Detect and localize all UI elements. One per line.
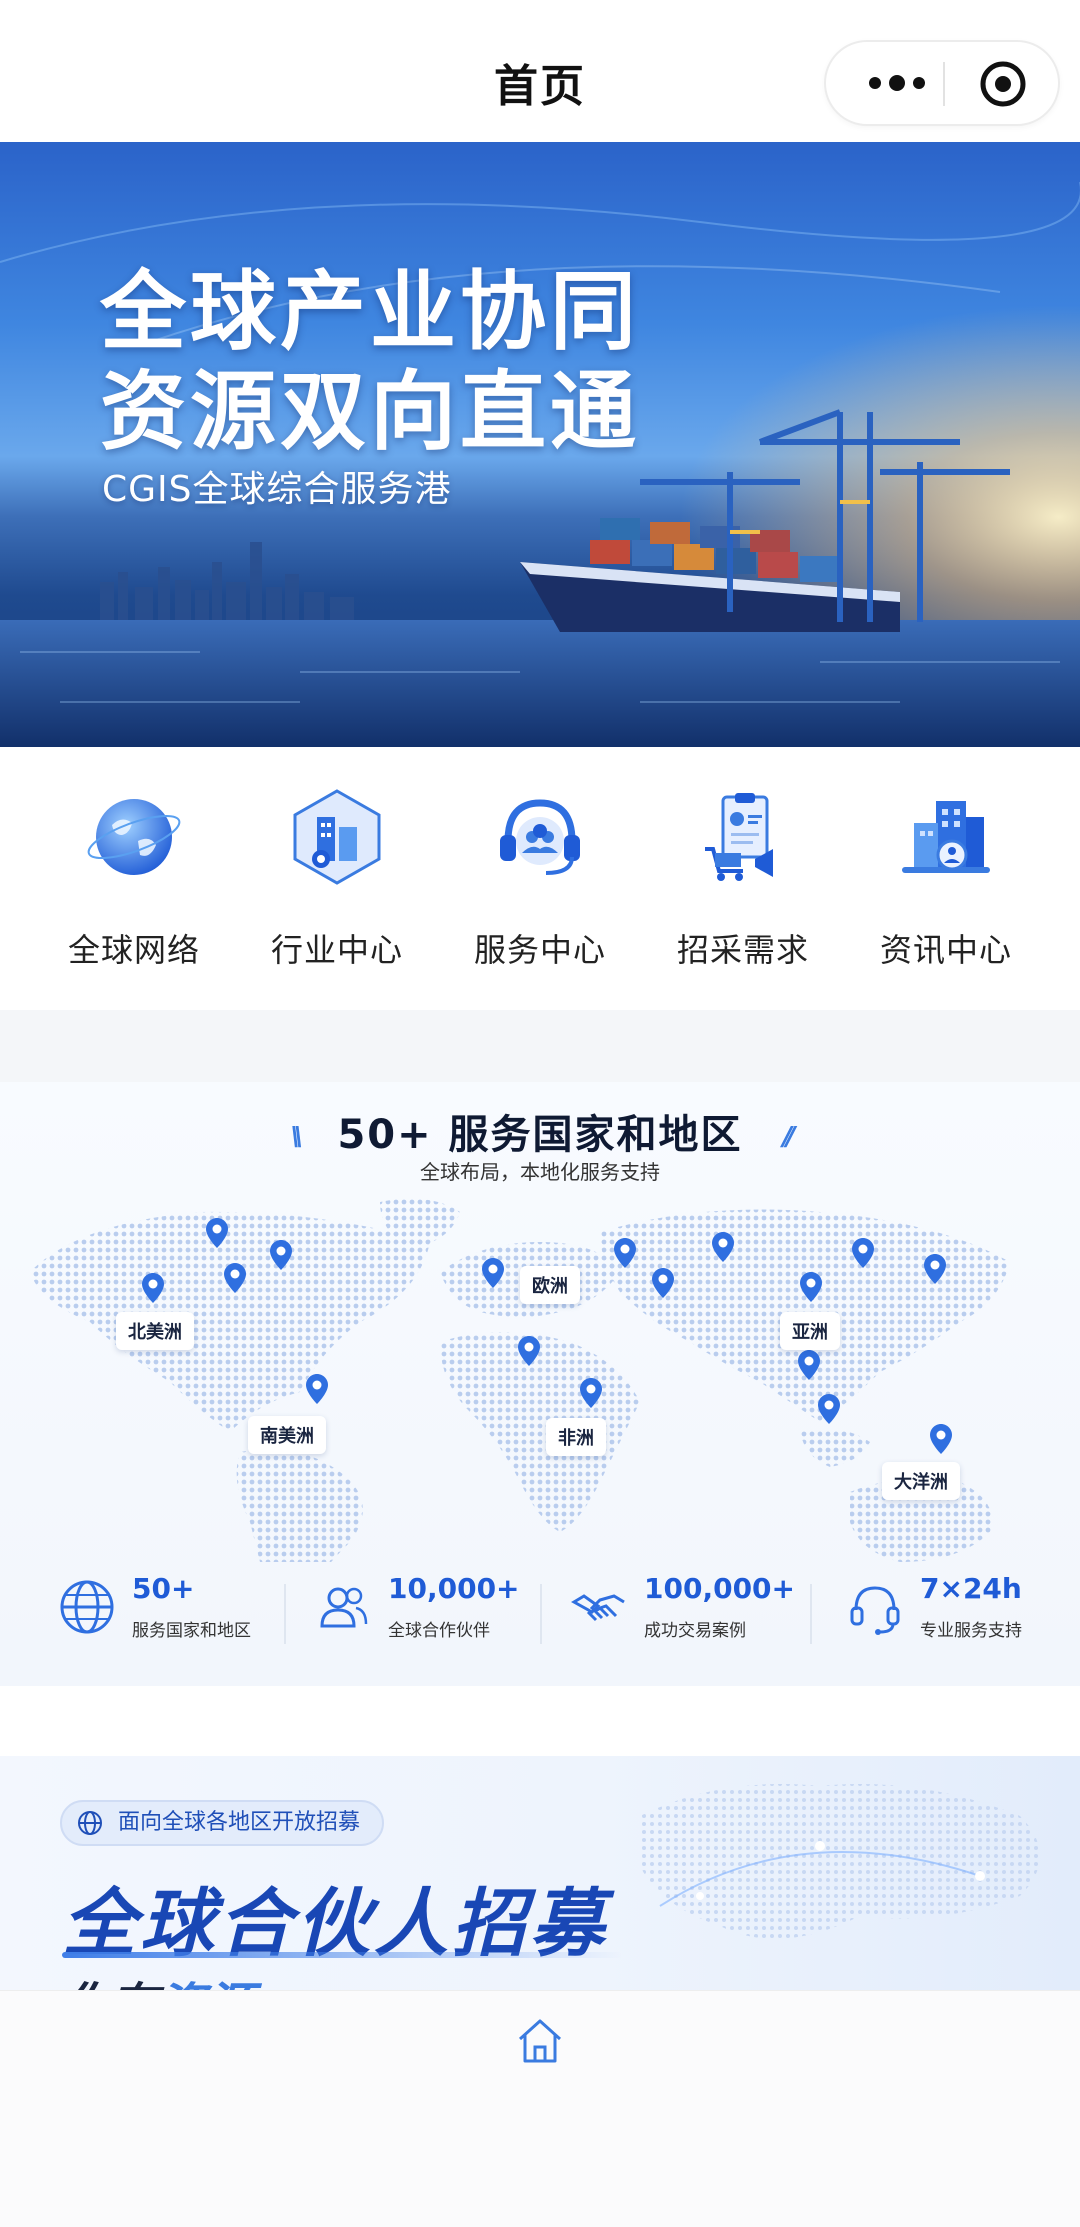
- nav-label: 招采需求: [676, 931, 809, 969]
- location-pin-icon: [614, 1238, 636, 1268]
- location-pin-icon: [818, 1394, 840, 1424]
- industry-building-icon: [293, 789, 381, 885]
- stat-label: 全球合作伙伴: [388, 1621, 490, 1641]
- world-map: [30, 1198, 1010, 1562]
- stat-label: 专业服务支持: [920, 1621, 1022, 1641]
- hero-banner[interactable]: 全球产业协同 资源双向直通 CGIS全球综合服务港: [0, 142, 1080, 747]
- decor-slash-icon: \\: [290, 1122, 303, 1152]
- location-pin-icon: [270, 1240, 292, 1270]
- stat-divider: [540, 1584, 542, 1644]
- recruit-subtitle: 你有资源: [62, 1966, 254, 1990]
- stat-divider: [284, 1584, 286, 1644]
- globe-icon: [60, 1580, 114, 1634]
- coverage-subtitle: 全球布局，本地化服务支持: [420, 1160, 660, 1184]
- nav-label: 行业中心: [270, 931, 403, 969]
- users-icon: [320, 1587, 368, 1628]
- region-tag-africa: 非洲: [546, 1418, 606, 1456]
- news-building-icon: [902, 801, 990, 873]
- coverage-title: \\ 50+ 服务国家和地区//: [290, 1112, 796, 1158]
- recruit-map-decoration: [640, 1784, 1040, 1939]
- location-pin-icon: [798, 1350, 820, 1380]
- stat-label: 成功交易案例: [644, 1621, 746, 1641]
- banner-title: 全球产业协同 资源双向直通: [100, 262, 640, 462]
- more-options-icon[interactable]: [852, 42, 942, 124]
- stat-divider: [810, 1584, 812, 1644]
- nav-item-global-network[interactable]: 全球网络: [34, 787, 234, 971]
- location-pin-icon: [224, 1263, 246, 1293]
- stat-label: 服务国家和地区: [132, 1621, 251, 1641]
- location-pin-icon: [142, 1273, 164, 1303]
- nav-label: 服务中心: [473, 931, 606, 969]
- section-gap: [0, 1686, 1080, 1756]
- nav-label: 全球网络: [67, 931, 200, 969]
- stat-value: 7×24h: [920, 1572, 1022, 1605]
- close-target-icon[interactable]: [978, 59, 1028, 109]
- nav-item-industry-center[interactable]: 行业中心: [237, 787, 437, 971]
- location-pin-icon: [930, 1424, 952, 1454]
- region-tag-asia: 亚洲: [780, 1312, 840, 1350]
- nav-item-procurement[interactable]: 招采需求: [643, 787, 843, 971]
- location-pin-icon: [800, 1272, 822, 1302]
- location-pin-icon: [852, 1238, 874, 1268]
- nav-item-news-center[interactable]: 资讯中心: [846, 787, 1046, 971]
- stat-value: 50+: [132, 1572, 195, 1605]
- location-pin-icon: [518, 1336, 540, 1366]
- decor-slash-icon: //: [782, 1122, 796, 1152]
- stat-value: 100,000+: [644, 1572, 795, 1605]
- home-icon[interactable]: [514, 2015, 566, 2067]
- location-pin-icon: [306, 1374, 328, 1404]
- location-pin-icon: [652, 1268, 674, 1298]
- region-tag-oceania: 大洋洲: [882, 1462, 960, 1500]
- location-pin-icon: [206, 1218, 228, 1248]
- location-pin-icon: [580, 1378, 602, 1408]
- coverage-stats: 50+ 服务国家和地区 10,000+ 全球合作伙伴 100,000+ 成功交易…: [0, 1562, 1080, 1652]
- handshake-icon: [571, 1594, 625, 1622]
- location-pin-icon: [924, 1254, 946, 1284]
- recruit-underline: [62, 1952, 622, 1958]
- location-pin-icon: [482, 1258, 504, 1288]
- bottom-tab-bar: [0, 1990, 1080, 2227]
- region-tag-south-america: 南美洲: [248, 1416, 326, 1454]
- recruit-badge: 面向全球各地区开放招募: [60, 1800, 385, 1846]
- banner-subtitle: CGIS全球综合服务港: [102, 469, 452, 510]
- nav-label: 资讯中心: [879, 931, 1012, 969]
- section-gap: [0, 1010, 1080, 1082]
- globe-icon: [87, 799, 181, 875]
- globe-icon: [78, 1811, 102, 1835]
- quick-nav: 全球网络 行业中心 服务中心 招采需求 资讯中心: [0, 747, 1080, 1010]
- global-coverage-section[interactable]: \\ 50+ 服务国家和地区// 全球布局，本地化服务支持 北美洲 南美洲 欧洲…: [0, 1082, 1080, 1686]
- mini-program-capsule: [824, 40, 1060, 126]
- region-tag-north-america: 北美洲: [116, 1312, 194, 1350]
- headset-icon: [850, 1586, 900, 1635]
- capsule-divider: [943, 62, 945, 106]
- headset-service-icon: [500, 799, 580, 875]
- stat-value: 10,000+: [388, 1572, 520, 1605]
- location-pin-icon: [712, 1232, 734, 1262]
- procurement-clipboard-icon: [705, 793, 773, 881]
- partner-recruit-banner[interactable]: 面向全球各地区开放招募 全球合伙人招募 你有资源: [0, 1756, 1080, 1990]
- top-bar: 首页: [0, 0, 1080, 142]
- region-tag-europe: 欧洲: [520, 1266, 580, 1304]
- nav-item-service-center[interactable]: 服务中心: [440, 787, 640, 971]
